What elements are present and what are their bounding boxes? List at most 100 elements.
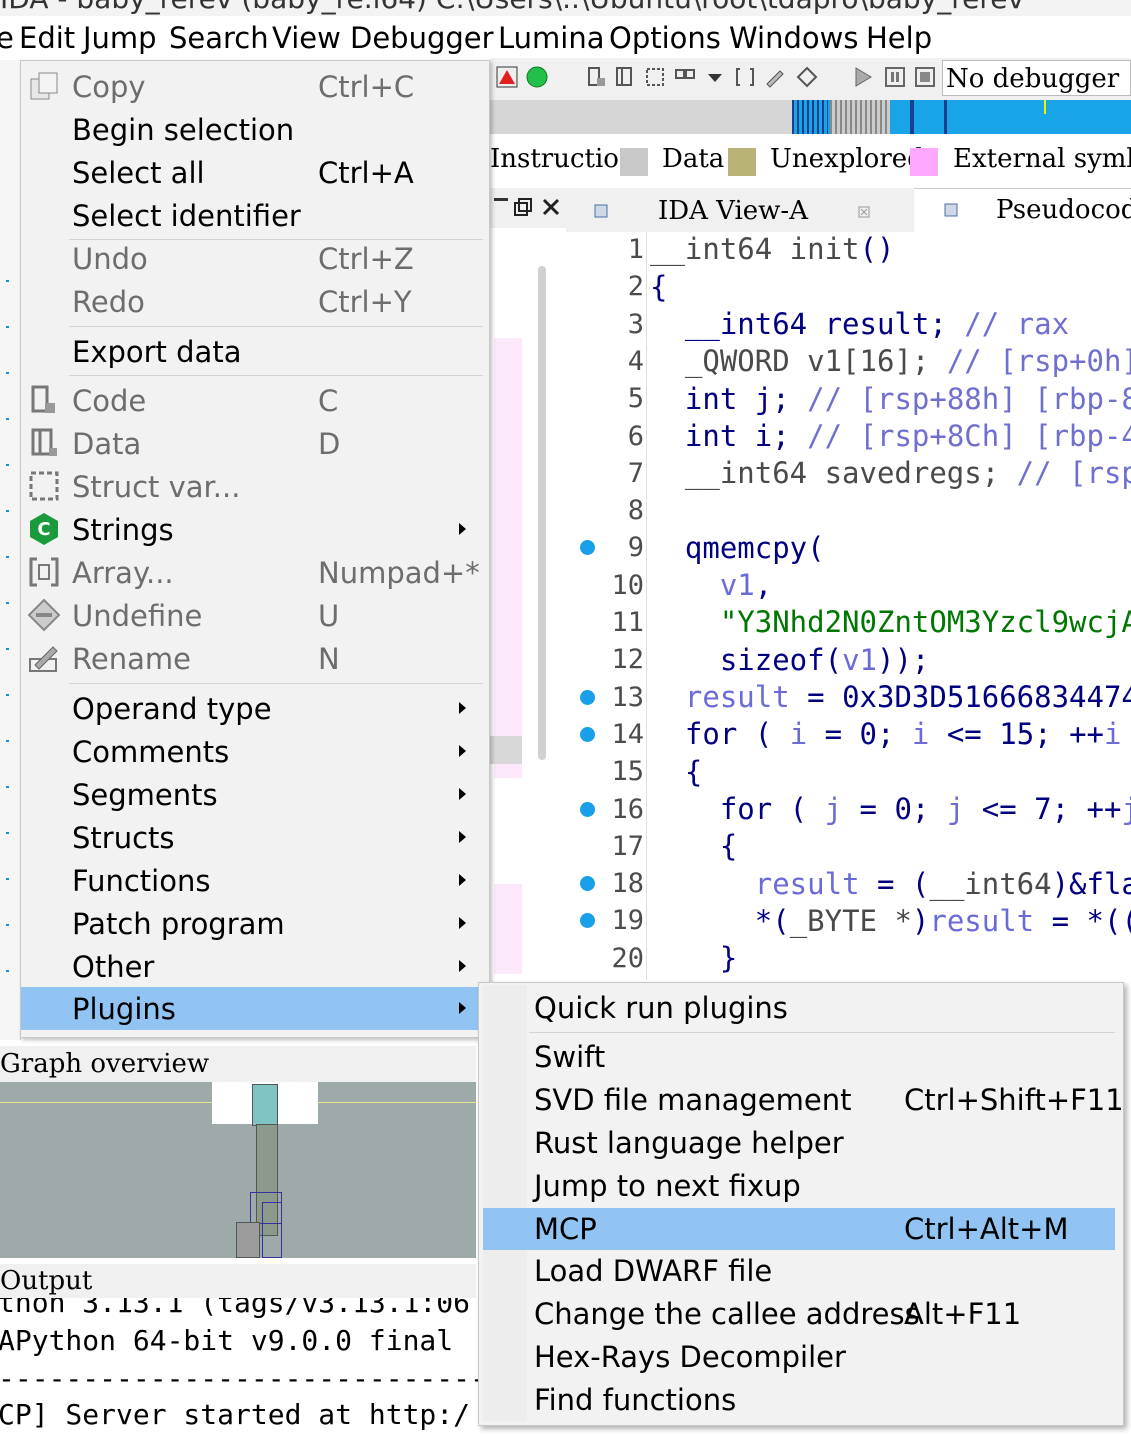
code-line-13[interactable]: result = 0x3D3D51666834474 [650,680,1131,714]
code-line-19[interactable]: *(_BYTE *)result = *(( [650,904,1131,938]
code-line-6[interactable]: int i; // [rsp+8Ch] [rbp-4 [650,419,1131,453]
navigation-band[interactable] [490,100,1131,134]
undefine-icon[interactable] [796,66,818,88]
breakpoint-dot-icon[interactable] [580,689,595,705]
menu-item-operand-type[interactable]: Operand type [21,687,487,730]
code-line-2[interactable]: { [650,270,667,304]
submenu-arrow-icon [459,917,466,929]
line-number-gutter: 1 2 3 4 5 6 7 8 9 10 11 12 13 14 15 16 17 18 19 20 [566,232,647,980]
breakpoint-dot-icon[interactable] [580,801,595,817]
code-line-11[interactable]: "Y3Nhd2N0ZntOM3Yzcl9wcjA [650,605,1131,639]
pause-icon[interactable] [884,66,906,88]
menu-item-undo[interactable]: Undo Ctrl+Z [21,237,487,280]
plugin-item-change-callee[interactable]: Change the callee address Alt+F11 [483,1293,1115,1335]
menu-options[interactable]: Options [609,20,721,56]
code-line-7[interactable]: __int64 savedregs; // [rsp [650,456,1131,490]
menu-lumina[interactable]: Lumina [498,20,604,56]
rename-icon[interactable] [764,66,786,88]
play-icon[interactable] [852,66,874,88]
code-line-14[interactable]: for ( i = 0; i <= 15; ++i [650,717,1122,751]
menu-help[interactable]: Help [866,20,932,56]
line-number: 18 [611,868,644,900]
code-line-9[interactable]: qmemcpy( [650,531,825,565]
menu-edit[interactable]: Edit [19,20,75,56]
undefine-icon [27,598,61,632]
line-number: 10 [611,569,644,601]
menu-jump[interactable]: Jump [83,20,157,56]
output-window[interactable]: thon 3.13.1 (tags/v3.13.1:06 APython 64-… [0,1298,480,1440]
menu-windows[interactable]: Windows [729,20,858,56]
disassembly-strip[interactable] [490,228,566,980]
menu-search[interactable]: Search [169,20,269,56]
close-icon[interactable] [542,198,560,216]
code-line-1[interactable]: __int64 init() [650,232,894,266]
plugin-item-swift[interactable]: Swift [483,1036,1115,1078]
menu-debugger[interactable]: Debugger [350,20,494,56]
submenu-arrow-icon [459,523,466,535]
menu-item-strings[interactable]: C Strings [21,508,487,551]
menu-item-structs[interactable]: Structs [21,816,487,859]
code-line-12[interactable]: sizeof(v1)); [650,643,930,677]
code-line-5[interactable]: int j; // [rsp+88h] [rbp-8 [650,382,1131,416]
window-title: IDA - baby_rerev (baby_re.i64) C:\Users\… [0,0,1024,15]
breakpoint-dot-icon[interactable] [580,726,595,742]
bracket-icon[interactable] [734,66,756,88]
stop-icon[interactable] [496,66,518,88]
menu-item-data[interactable]: Data D [21,422,487,465]
code-line-3[interactable]: __int64 result; // rax [650,307,1069,341]
menu-item-begin-selection[interactable]: Begin selection [21,108,487,151]
code-icon[interactable] [586,66,608,88]
menu-item-rename[interactable]: Rename N [21,637,487,680]
tab-ida-view-a[interactable]: IDA View-A [586,188,912,232]
plugin-item-jump-fixup[interactable]: Jump to next fixup [483,1165,1115,1207]
pseudocode-view[interactable]: 1 2 3 4 5 6 7 8 9 10 11 12 13 14 15 16 17 18 19 20 __int64 … [566,232,1131,980]
plugin-item-find-functions[interactable]: Find functions [483,1379,1115,1421]
pane-menu-icon[interactable] [494,198,508,212]
menu-item-other[interactable]: Other [21,945,487,988]
run-green-icon[interactable] [526,66,548,88]
menu-item-segments[interactable]: Segments [21,773,487,816]
menu-item-select-all[interactable]: Select all Ctrl+A [21,151,487,194]
menu-item-select-identifier[interactable]: Select identifier [21,194,487,237]
menu-item-undefine[interactable]: Undefine U [21,594,487,637]
menu-file[interactable]: e [0,20,14,56]
menu-item-copy[interactable]: Copy Ctrl+C [21,65,487,108]
menu-item-functions[interactable]: Functions [21,859,487,902]
dropdown-arrow-icon[interactable] [704,66,726,88]
menu-item-comments[interactable]: Comments [21,730,487,773]
plugin-item-mcp[interactable]: MCP Ctrl+Alt+M [483,1208,1115,1250]
line-number: 15 [611,756,644,788]
debugger-select[interactable]: No debugger [942,60,1131,96]
menu-item-patch-program[interactable]: Patch program [21,902,487,945]
code-line-16[interactable]: for ( j = 0; j <= 7; ++j [650,792,1131,826]
code-line-4[interactable]: _QWORD v1[16]; // [rsp+0h] [650,344,1131,378]
code-line-10[interactable]: v1, [650,568,772,602]
menu-item-plugins[interactable]: Plugins [21,987,487,1030]
breakpoint-dot-icon[interactable] [580,876,595,892]
array-icon[interactable] [674,66,696,88]
menu-item-code[interactable]: Code C [21,379,487,422]
stop-debug-icon[interactable] [914,66,936,88]
plugin-item-rust-helper[interactable]: Rust language helper [483,1122,1115,1164]
code-line-17[interactable]: { [650,829,737,863]
plugin-item-quick-run[interactable]: Quick run plugins [483,987,1115,1029]
data-icon[interactable] [614,66,636,88]
menu-item-struct-var[interactable]: Struct var... [21,465,487,508]
menu-item-array[interactable]: Array... Numpad+* [21,551,487,594]
menu-view[interactable]: View [272,20,341,56]
code-line-18[interactable]: result = (__int64)&fla [650,867,1131,901]
tab-pseudocode[interactable]: Pseudocode- [914,188,1131,233]
code-line-15[interactable]: { [650,755,702,789]
code-line-20[interactable]: } [650,941,737,975]
menu-item-export-data[interactable]: Export data [21,330,487,373]
plugin-item-load-dwarf[interactable]: Load DWARF file [483,1250,1115,1292]
tab-close-icon[interactable] [858,206,870,218]
graph-overview[interactable] [0,1082,476,1258]
struct-icon[interactable] [644,66,666,88]
submenu-arrow-icon [459,702,466,714]
scrollbar[interactable] [538,266,546,760]
restore-icon[interactable] [514,198,532,216]
plugin-item-hexrays[interactable]: Hex-Rays Decompiler [483,1336,1115,1378]
menu-item-redo[interactable]: Redo Ctrl+Y [21,280,487,323]
plugin-item-svd[interactable]: SVD file management Ctrl+Shift+F11 [483,1079,1124,1121]
